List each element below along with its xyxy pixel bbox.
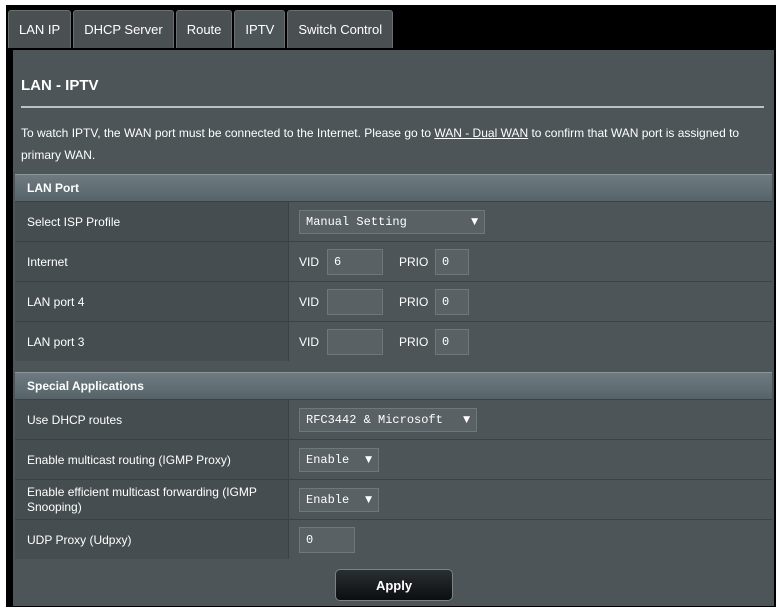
prio-label: PRIO [399,254,429,269]
tab-iptv[interactable]: IPTV [234,10,286,48]
lan-port-4-prio-input[interactable]: 0 [435,288,469,315]
row-label: Use DHCP routes [15,400,289,439]
lan-port-3-vid-input[interactable] [327,328,383,355]
dhcp-routes-select[interactable]: RFC3442 & Microsoft ▼ [299,407,477,432]
row-label: Internet [15,242,289,281]
tab-lan-ip[interactable]: LAN IP [8,10,72,48]
select-value: Manual Setting [306,214,407,229]
row-label: Enable multicast routing (IGMP Proxy) [15,440,289,479]
page-description: To watch IPTV, the WAN port must be conn… [21,122,761,166]
page-title: LAN - IPTV [21,77,99,94]
description-text: To watch IPTV, the WAN port must be conn… [21,126,435,140]
section-header: Special Applications [15,372,772,399]
table-row: Internet VID 6 PRIO 0 [15,241,772,281]
content-panel: LAN - IPTV To watch IPTV, the WAN port m… [13,50,774,606]
row-label: LAN port 4 [15,282,289,321]
prio-label: PRIO [399,334,429,349]
select-value: Enable [306,452,350,467]
table-row: UDP Proxy (Udpxy) 0 [15,519,772,559]
wan-dual-wan-link[interactable]: WAN - Dual WAN [434,126,528,140]
table-row: LAN port 4 VID PRIO 0 [15,281,772,321]
igmp-proxy-select[interactable]: Enable ▼ [299,447,379,472]
table-row: Enable multicast routing (IGMP Proxy) En… [15,439,772,479]
isp-profile-select[interactable]: Manual Setting ▼ [299,209,485,234]
title-divider [21,106,764,108]
prio-label: PRIO [399,294,429,309]
tab-dhcp-server[interactable]: DHCP Server [73,10,174,48]
table-row: LAN port 3 VID PRIO 0 [15,321,772,361]
tab-switch-control[interactable]: Switch Control [287,10,394,48]
internet-vid-input[interactable]: 6 [327,248,383,275]
row-label: Enable efficient multicast forwarding (I… [15,480,289,519]
vid-label: VID [299,334,320,349]
row-label: Select ISP Profile [15,202,289,241]
vid-label: VID [299,294,320,309]
row-label: LAN port 3 [15,322,289,361]
internet-prio-input[interactable]: 0 [435,248,469,275]
select-value: Enable [306,492,350,507]
tab-route[interactable]: Route [175,10,233,48]
triangle-down-icon: ▼ [365,494,372,505]
table-row: Select ISP Profile Manual Setting ▼ [15,201,772,241]
table-row: Enable efficient multicast forwarding (I… [15,479,772,519]
vid-label: VID [299,254,320,269]
triangle-down-icon: ▼ [471,216,478,227]
row-label: UDP Proxy (Udpxy) [15,520,289,559]
lan-port-3-prio-input[interactable]: 0 [435,328,469,355]
tab-bar: LAN IP DHCP Server Route IPTV Switch Con… [8,10,395,50]
section-header: LAN Port [15,174,772,201]
apply-button[interactable]: Apply [335,569,453,601]
igmp-snooping-select[interactable]: Enable ▼ [299,487,379,512]
special-applications-section: Special Applications Use DHCP routes RFC… [15,372,772,559]
triangle-down-icon: ▼ [365,454,372,465]
udpxy-port-input[interactable]: 0 [299,526,355,553]
select-value: RFC3442 & Microsoft [306,412,443,427]
lan-port-4-vid-input[interactable] [327,288,383,315]
table-row: Use DHCP routes RFC3442 & Microsoft ▼ [15,399,772,439]
triangle-down-icon: ▼ [463,414,470,425]
lan-port-section: LAN Port Select ISP Profile Manual Setti… [15,174,772,361]
